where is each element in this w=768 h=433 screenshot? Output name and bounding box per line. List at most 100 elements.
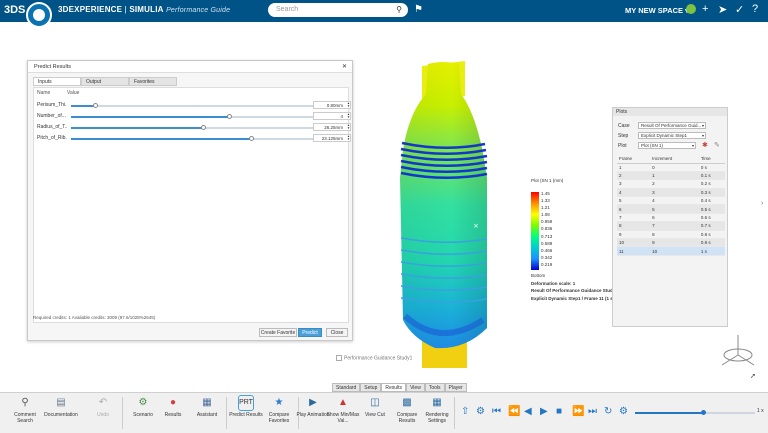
search-placeholder: Search <box>276 6 299 13</box>
tab-player[interactable]: Player <box>444 383 467 392</box>
case-dropdown[interactable]: Result Of Performance Guid... <box>638 122 706 129</box>
table-row[interactable]: 7 6 0.6 s <box>617 213 725 223</box>
tab-standard[interactable]: Standard <box>332 383 361 392</box>
animation-slider[interactable] <box>635 410 755 415</box>
guidance-checkbox[interactable] <box>336 355 342 361</box>
tab-tools[interactable]: Tools <box>424 383 445 392</box>
table-row[interactable]: 8 7 0.7 s <box>617 221 725 231</box>
plot-dropdown[interactable]: Plot (SN 1) <box>638 142 696 149</box>
guidance-study-label[interactable]: Performance Guidance Study1 <box>336 355 412 361</box>
compass-icon[interactable] <box>26 2 52 28</box>
parameter-slider[interactable] <box>71 136 339 141</box>
avatar[interactable] <box>686 4 696 14</box>
spinner-icon[interactable]: ▲ ▼ <box>347 135 350 141</box>
compass-axes-icon[interactable] <box>716 331 760 371</box>
predict-results-button[interactable]: PRT Predict Results <box>229 395 263 418</box>
table-row[interactable]: 11 10 1 s <box>617 246 725 256</box>
parameter-slider[interactable] <box>71 114 339 119</box>
scenario-button[interactable]: ⚙ Scenario <box>126 396 160 418</box>
table-row[interactable]: 100 s <box>617 163 725 172</box>
rewind-icon[interactable]: ⏪ <box>508 406 520 417</box>
parameter-value-field[interactable]: 23.125mm ▲ ▼ <box>313 134 351 142</box>
slider-handle[interactable] <box>701 410 706 415</box>
table-row[interactable]: 10 9 0.9 s <box>617 238 725 248</box>
compare-results-button[interactable]: ▩ Compare Results <box>390 396 424 424</box>
export-icon[interactable]: ⇧ <box>461 406 469 417</box>
parameter-slider[interactable] <box>71 103 339 108</box>
table-row[interactable]: 6 5 0.5 s <box>617 204 725 214</box>
loop-icon[interactable]: ↻ <box>604 406 612 417</box>
bottle-contour-plot: × <box>400 61 488 370</box>
documentation-button[interactable]: ▤ Documentation <box>44 396 78 418</box>
last-frame-icon[interactable]: ⏭ <box>588 406 597 417</box>
spinner-icon[interactable]: ▲ ▼ <box>347 113 350 119</box>
tab-inputs[interactable]: Inputs <box>33 77 81 86</box>
expand-right-icon[interactable]: › <box>761 200 763 207</box>
spinner-icon[interactable]: ▲ ▼ <box>347 102 350 108</box>
close-icon[interactable]: ✕ <box>342 63 347 70</box>
step-label: Step <box>618 133 629 139</box>
predict-button[interactable]: Predict <box>298 328 322 337</box>
view-cut-button[interactable]: ◫ View Cut <box>358 396 392 418</box>
parameter-label: Perisum_Thi... <box>37 102 67 108</box>
settings-icon[interactable]: ⚙ <box>619 406 628 417</box>
legend-tick-label: 0.219 <box>541 261 553 267</box>
legend-title: Plot (SN 1 (mm) <box>531 178 564 183</box>
search-icon[interactable]: ⚲ <box>396 5 402 14</box>
slider-handle[interactable] <box>227 114 233 119</box>
play-icon[interactable]: ▶ <box>540 406 548 417</box>
slider-handle[interactable] <box>249 136 254 141</box>
rendering-settings-button[interactable]: ▦ Rendering Settings <box>420 396 454 424</box>
results-button[interactable]: ● Results <box>156 396 190 418</box>
play-backward-icon[interactable]: ◀ <box>524 406 532 417</box>
legend-tick-label: 1.45 <box>541 191 550 196</box>
step-dropdown[interactable]: Explicit Dynamic Step1 <box>638 132 706 139</box>
stop-icon[interactable]: ■ <box>556 406 562 417</box>
tab-view[interactable]: View <box>406 383 425 392</box>
edit-icon[interactable]: ✎ <box>714 141 720 149</box>
parameter-value-field[interactable]: 4 ▲ ▼ <box>313 112 351 120</box>
probe-marker[interactable]: × <box>473 222 479 230</box>
spinner-icon[interactable]: ▲ ▼ <box>347 124 350 130</box>
add-icon[interactable]: + <box>702 3 708 15</box>
table-row[interactable]: 3 2 0.2 s <box>617 179 725 189</box>
table-cell: 0.5 s <box>698 204 725 214</box>
search-input[interactable]: Search ⚲ <box>268 3 408 17</box>
fast-forward-icon[interactable]: ⏩ <box>572 406 584 417</box>
play-animation-button[interactable]: ▶ Play Animation <box>296 396 330 418</box>
table-row[interactable]: 5 4 0.4 s <box>617 196 725 206</box>
space-selector[interactable]: MY NEW SPACE ▾ <box>625 6 689 15</box>
col-increment: Increment <box>650 155 699 164</box>
table-row[interactable]: 4 3 0.3 s <box>617 188 725 198</box>
parameter-value-field[interactable]: 26.25mm ▲ ▼ <box>313 123 351 131</box>
cursor-arrow-icon: ➚ <box>750 373 756 380</box>
tag-icon[interactable]: ⚑ <box>414 4 423 15</box>
bottle-model[interactable]: × <box>395 58 505 370</box>
slider-handle[interactable] <box>201 125 206 130</box>
brand-app-name: Performance Guide <box>166 7 231 14</box>
tab-favorites[interactable]: Favorites <box>129 77 177 86</box>
dialog-title-bar[interactable]: Predict Results ✕ <box>28 61 352 73</box>
parameter-slider[interactable] <box>71 125 339 130</box>
show-minmax-button[interactable]: ▲ Show Min/Max Val... <box>326 396 360 424</box>
parameter-value-field[interactable]: 0.80mm ▲ ▼ <box>313 101 351 109</box>
table-row[interactable]: 9 8 0.8 s <box>617 230 725 240</box>
slider-handle[interactable] <box>93 103 98 108</box>
close-button[interactable]: Close <box>326 328 348 337</box>
undo-button[interactable]: ↶ Undo <box>86 396 120 418</box>
share-icon[interactable]: ➤ <box>718 3 727 16</box>
tools-icon[interactable]: ✓ <box>735 3 744 16</box>
help-icon[interactable]: ? <box>752 3 758 15</box>
plot-settings-icon[interactable]: ✱ <box>702 141 708 149</box>
comment-search-button[interactable]: ⚲ Comment Search <box>8 396 42 424</box>
gear-icon[interactable]: ⚙ <box>476 406 485 417</box>
assistant-button[interactable]: ▦ Assistant <box>190 396 224 418</box>
compare-favorites-button[interactable]: ★ Compare Favorites <box>262 396 296 424</box>
first-frame-icon[interactable]: ⏮ <box>492 406 501 417</box>
tab-output[interactable]: Output <box>81 77 129 86</box>
tab-setup[interactable]: Setup <box>360 383 382 392</box>
table-row[interactable]: 2 1 0.1 s <box>617 171 725 181</box>
parameter-value: 26.25mm <box>324 125 343 130</box>
tab-results[interactable]: Results <box>381 383 407 392</box>
create-favorite-button[interactable]: Create Favorite <box>259 328 297 337</box>
